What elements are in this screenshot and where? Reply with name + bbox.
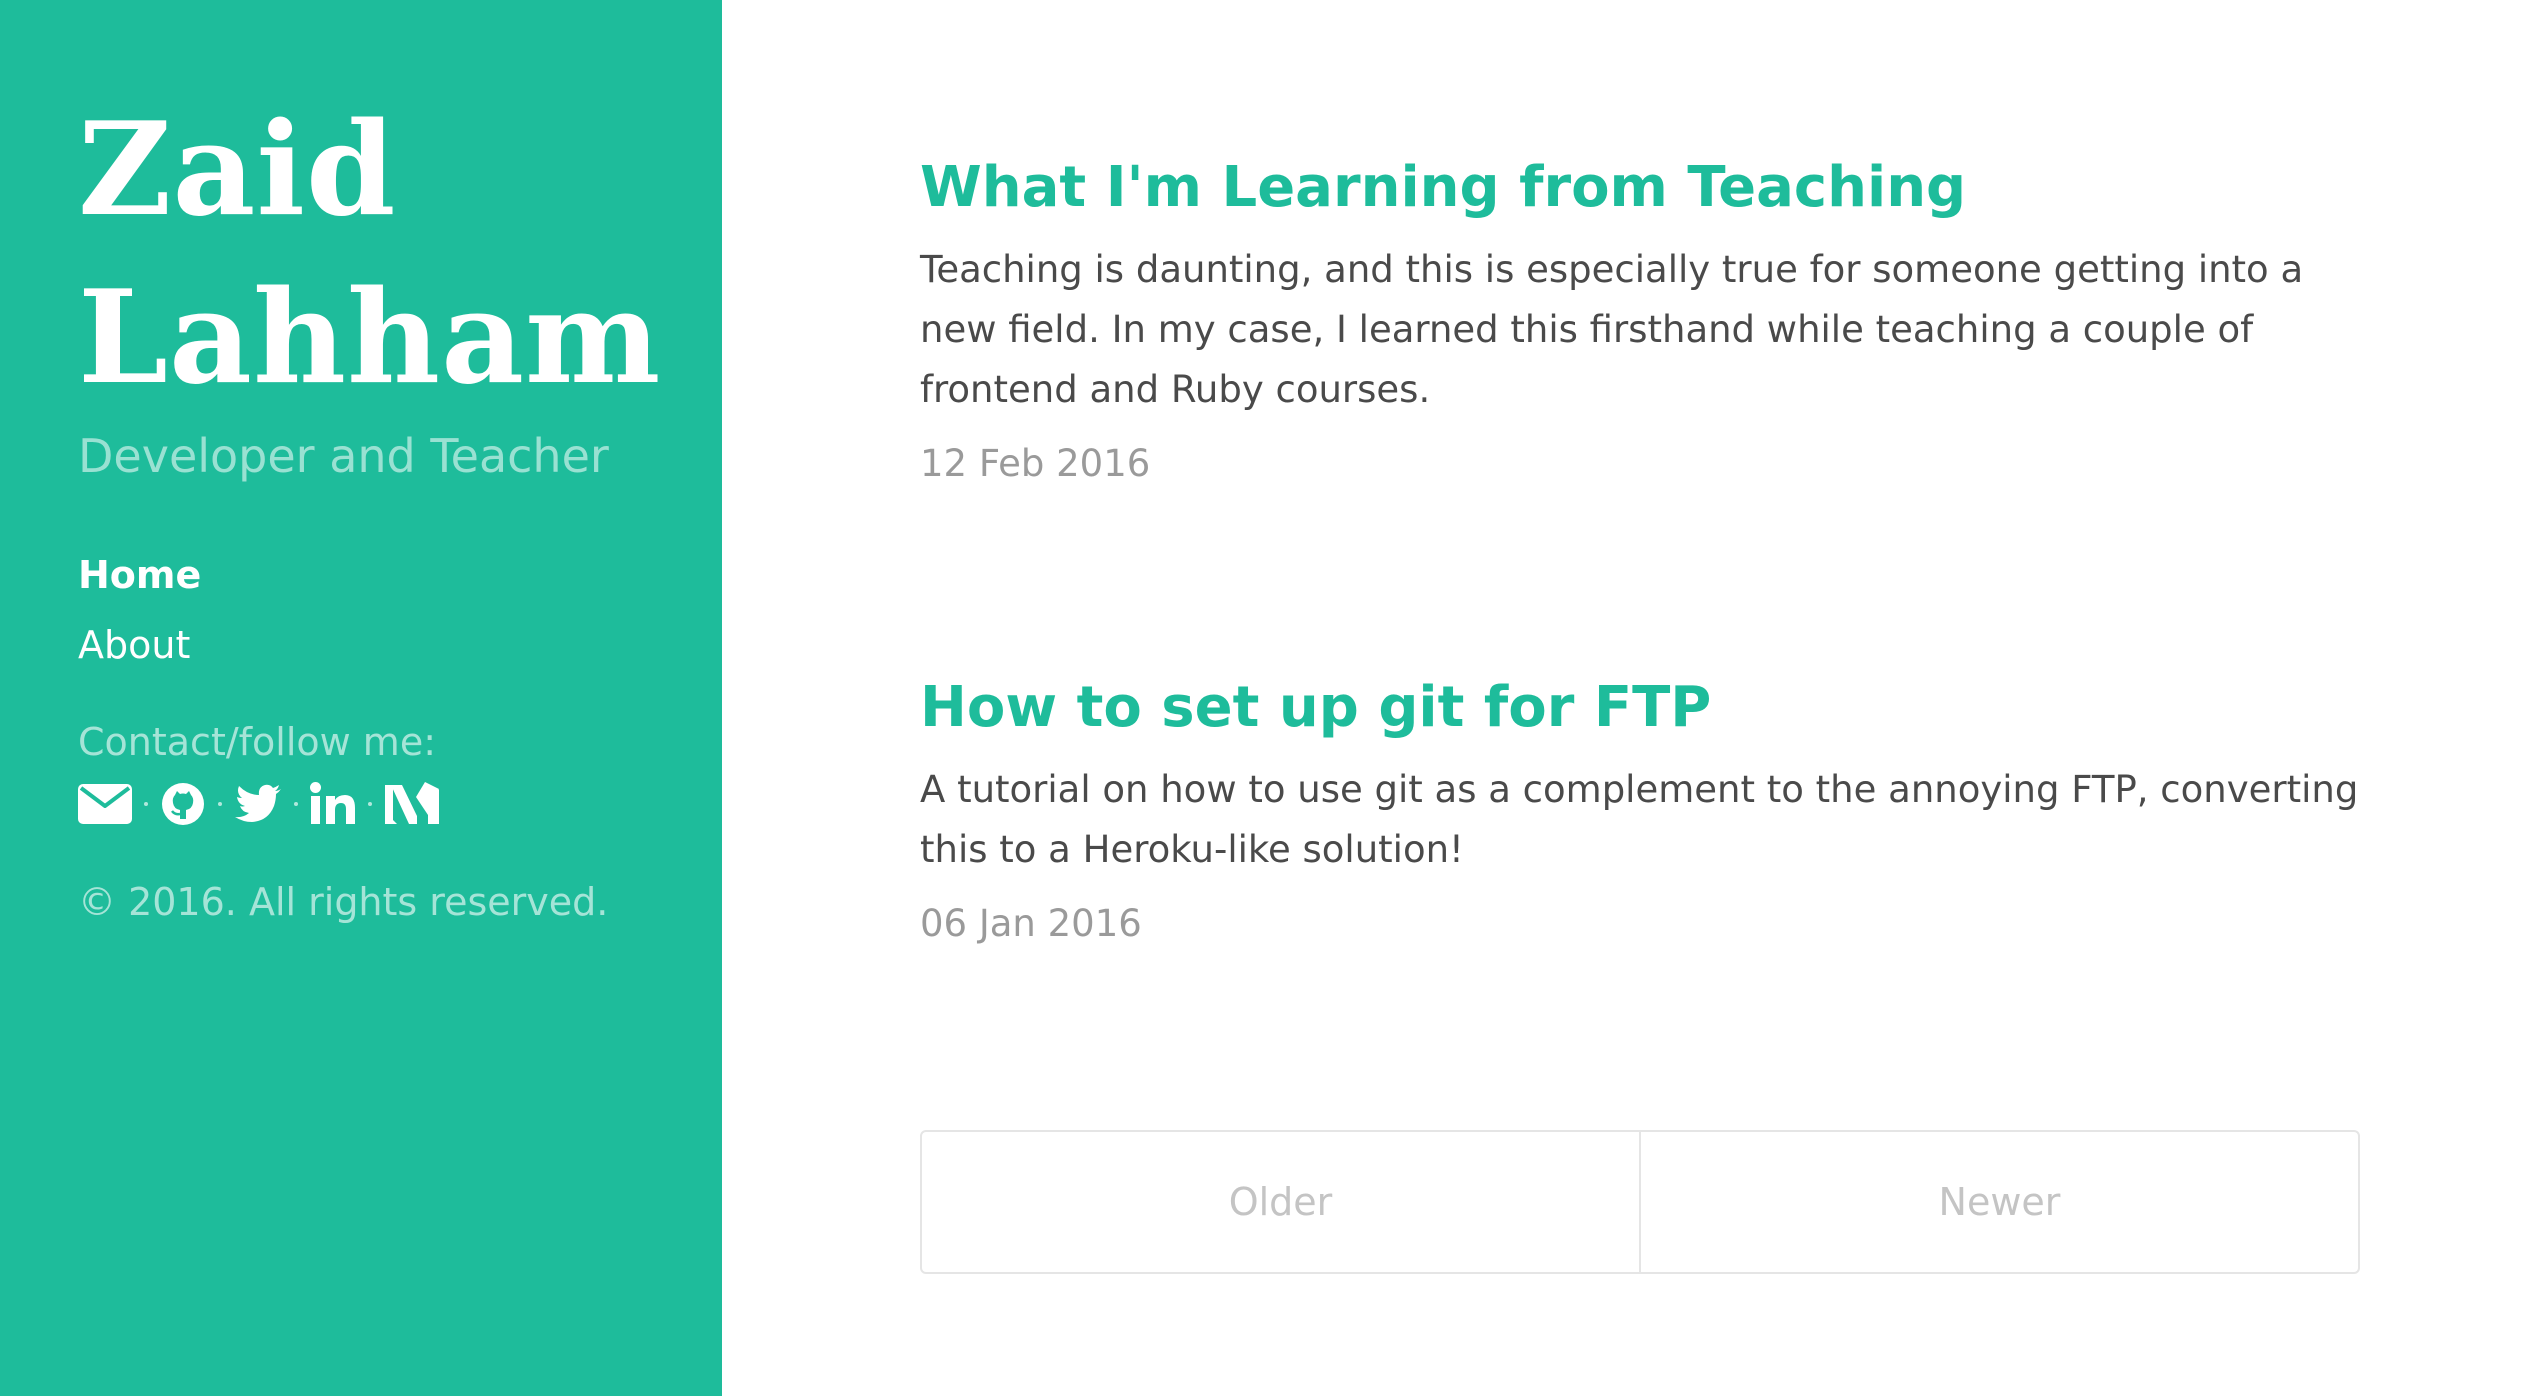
copyright: © 2016. All rights reserved.: [78, 880, 609, 924]
social-links: [78, 778, 440, 830]
sidebar-nav: Home About: [78, 540, 201, 680]
post-excerpt: Teaching is daunting, and this is especi…: [920, 248, 2304, 411]
site-tagline: Developer and Teacher: [78, 429, 609, 483]
site-title[interactable]: Zaid Lahham: [78, 86, 718, 422]
post-excerpt: A tutorial on how to use git as a comple…: [920, 768, 2359, 871]
post-date: 06 Jan 2016: [920, 902, 1142, 945]
contact-label: Contact/follow me:: [78, 720, 436, 764]
linkedin-icon[interactable]: [310, 778, 356, 830]
medium-icon[interactable]: [384, 778, 440, 830]
page: Zaid Lahham Developer and Teacher Home A…: [0, 0, 2540, 1396]
older-button[interactable]: Older: [922, 1132, 1639, 1272]
post-date: 12 Feb 2016: [920, 442, 1151, 485]
newer-button[interactable]: Newer: [1639, 1132, 2358, 1272]
post-title-link[interactable]: What I'm Learning from Teaching: [920, 150, 2360, 226]
twitter-icon[interactable]: [234, 778, 282, 830]
pagination: Older Newer: [920, 1130, 2360, 1274]
nav-item-home[interactable]: Home: [78, 540, 201, 610]
separator-dot: [144, 802, 148, 806]
envelope-icon[interactable]: [78, 778, 132, 830]
nav-item-about[interactable]: About: [78, 610, 201, 680]
post-item: What I'm Learning from Teaching Teaching…: [920, 150, 2360, 494]
sidebar: Zaid Lahham Developer and Teacher Home A…: [0, 0, 722, 1396]
separator-dot: [368, 802, 372, 806]
separator-dot: [218, 802, 222, 806]
github-icon[interactable]: [160, 778, 206, 830]
separator-dot: [294, 802, 298, 806]
post-item: How to set up git for FTP A tutorial on …: [920, 670, 2360, 954]
post-title-link[interactable]: How to set up git for FTP: [920, 670, 2360, 746]
